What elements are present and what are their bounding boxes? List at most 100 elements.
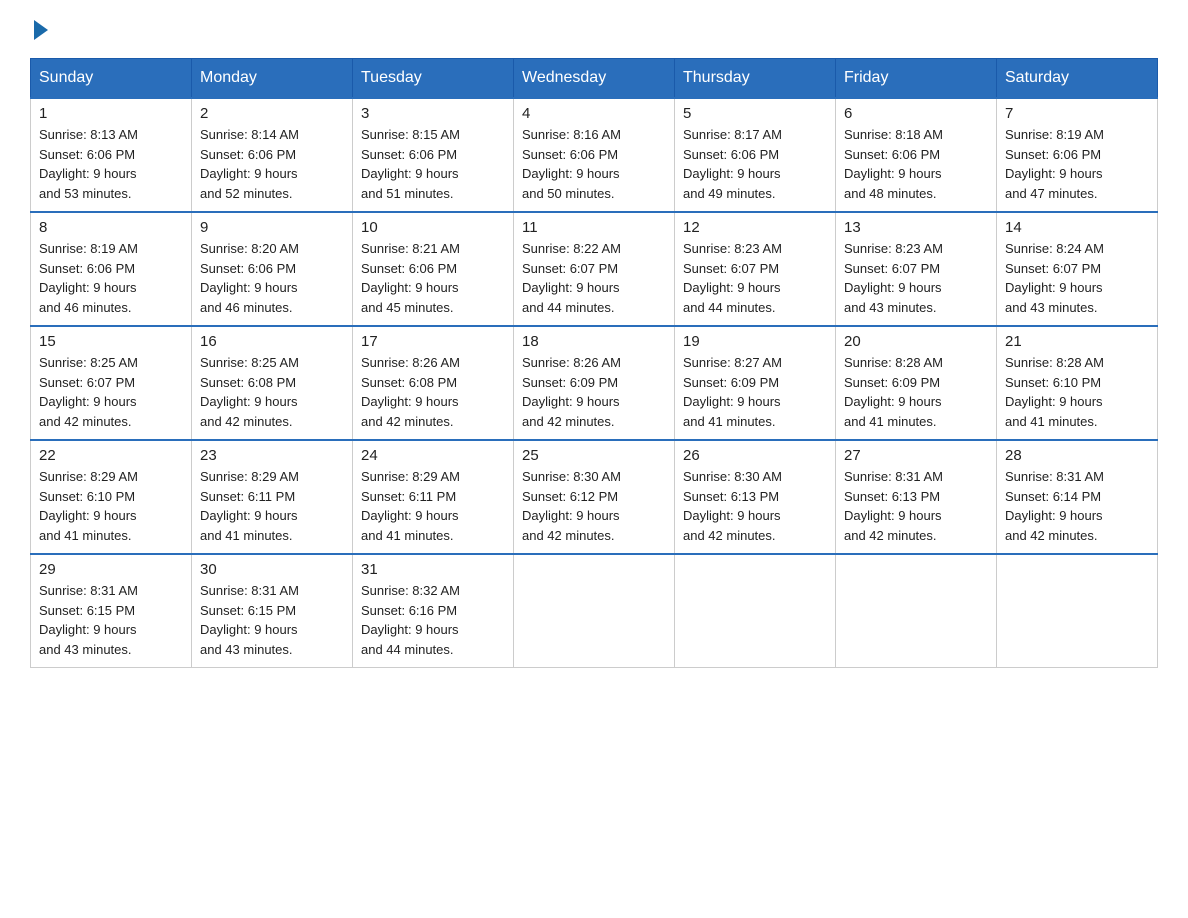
calendar-cell: 27 Sunrise: 8:31 AMSunset: 6:13 PMDayligh… <box>836 440 997 554</box>
day-number: 27 <box>844 447 988 464</box>
day-number: 15 <box>39 333 183 350</box>
logo <box>30 20 48 40</box>
day-number: 7 <box>1005 105 1149 122</box>
calendar-cell: 25 Sunrise: 8:30 AMSunset: 6:12 PMDayligh… <box>514 440 675 554</box>
day-number: 8 <box>39 219 183 236</box>
day-number: 31 <box>361 561 505 578</box>
day-number: 6 <box>844 105 988 122</box>
day-number: 22 <box>39 447 183 464</box>
day-info: Sunrise: 8:25 AMSunset: 6:08 PMDaylight:… <box>200 353 344 431</box>
weekday-header-tuesday: Tuesday <box>353 59 514 99</box>
day-number: 25 <box>522 447 666 464</box>
day-number: 21 <box>1005 333 1149 350</box>
weekday-header-wednesday: Wednesday <box>514 59 675 99</box>
calendar-cell <box>836 554 997 668</box>
day-info: Sunrise: 8:31 AMSunset: 6:15 PMDaylight:… <box>200 581 344 659</box>
day-info: Sunrise: 8:27 AMSunset: 6:09 PMDaylight:… <box>683 353 827 431</box>
calendar-cell: 5 Sunrise: 8:17 AMSunset: 6:06 PMDaylight… <box>675 98 836 212</box>
day-info: Sunrise: 8:17 AMSunset: 6:06 PMDaylight:… <box>683 125 827 203</box>
calendar-week-row: 15 Sunrise: 8:25 AMSunset: 6:07 PMDayligh… <box>31 326 1158 440</box>
logo-line1 <box>30 20 48 40</box>
calendar-week-row: 29Sunrise: 8:31 AMSunset: 6:15 PMDayligh… <box>31 554 1158 668</box>
calendar-cell: 16Sunrise: 8:25 AMSunset: 6:08 PMDayligh… <box>192 326 353 440</box>
day-info: Sunrise: 8:13 AMSunset: 6:06 PMDaylight:… <box>39 125 183 203</box>
calendar-cell: 10 Sunrise: 8:21 AMSunset: 6:06 PMDayligh… <box>353 212 514 326</box>
day-number: 11 <box>522 219 666 236</box>
day-number: 18 <box>522 333 666 350</box>
calendar-cell: 4Sunrise: 8:16 AMSunset: 6:06 PMDaylight… <box>514 98 675 212</box>
calendar-cell: 26 Sunrise: 8:30 AMSunset: 6:13 PMDayligh… <box>675 440 836 554</box>
weekday-header-row: SundayMondayTuesdayWednesdayThursdayFrid… <box>31 59 1158 99</box>
weekday-header-thursday: Thursday <box>675 59 836 99</box>
day-info: Sunrise: 8:30 AMSunset: 6:13 PMDaylight:… <box>683 467 827 545</box>
day-info: Sunrise: 8:32 AMSunset: 6:16 PMDaylight:… <box>361 581 505 659</box>
day-info: Sunrise: 8:14 AMSunset: 6:06 PMDaylight:… <box>200 125 344 203</box>
day-info: Sunrise: 8:25 AMSunset: 6:07 PMDaylight:… <box>39 353 183 431</box>
calendar-cell: 29Sunrise: 8:31 AMSunset: 6:15 PMDayligh… <box>31 554 192 668</box>
day-number: 26 <box>683 447 827 464</box>
day-info: Sunrise: 8:16 AMSunset: 6:06 PMDaylight:… <box>522 125 666 203</box>
calendar-cell: 9 Sunrise: 8:20 AMSunset: 6:06 PMDaylight… <box>192 212 353 326</box>
calendar-cell: 13 Sunrise: 8:23 AMSunset: 6:07 PMDayligh… <box>836 212 997 326</box>
day-info: Sunrise: 8:19 AMSunset: 6:06 PMDaylight:… <box>1005 125 1149 203</box>
calendar-cell <box>675 554 836 668</box>
calendar-cell: 8 Sunrise: 8:19 AMSunset: 6:06 PMDaylight… <box>31 212 192 326</box>
day-info: Sunrise: 8:28 AMSunset: 6:10 PMDaylight:… <box>1005 353 1149 431</box>
day-info: Sunrise: 8:21 AMSunset: 6:06 PMDaylight:… <box>361 239 505 317</box>
calendar-week-row: 8 Sunrise: 8:19 AMSunset: 6:06 PMDaylight… <box>31 212 1158 326</box>
day-info: Sunrise: 8:31 AMSunset: 6:14 PMDaylight:… <box>1005 467 1149 545</box>
day-number: 14 <box>1005 219 1149 236</box>
day-info: Sunrise: 8:28 AMSunset: 6:09 PMDaylight:… <box>844 353 988 431</box>
day-info: Sunrise: 8:19 AMSunset: 6:06 PMDaylight:… <box>39 239 183 317</box>
day-info: Sunrise: 8:29 AMSunset: 6:10 PMDaylight:… <box>39 467 183 545</box>
calendar-cell: 2Sunrise: 8:14 AMSunset: 6:06 PMDaylight… <box>192 98 353 212</box>
day-number: 24 <box>361 447 505 464</box>
day-number: 9 <box>200 219 344 236</box>
calendar-cell: 18Sunrise: 8:26 AMSunset: 6:09 PMDayligh… <box>514 326 675 440</box>
day-number: 30 <box>200 561 344 578</box>
calendar-cell: 11 Sunrise: 8:22 AMSunset: 6:07 PMDayligh… <box>514 212 675 326</box>
day-number: 20 <box>844 333 988 350</box>
weekday-header-friday: Friday <box>836 59 997 99</box>
day-info: Sunrise: 8:20 AMSunset: 6:06 PMDaylight:… <box>200 239 344 317</box>
day-info: Sunrise: 8:26 AMSunset: 6:08 PMDaylight:… <box>361 353 505 431</box>
day-info: Sunrise: 8:31 AMSunset: 6:15 PMDaylight:… <box>39 581 183 659</box>
day-number: 19 <box>683 333 827 350</box>
calendar-table: SundayMondayTuesdayWednesdayThursdayFrid… <box>30 58 1158 668</box>
weekday-header-saturday: Saturday <box>997 59 1158 99</box>
calendar-cell <box>997 554 1158 668</box>
day-info: Sunrise: 8:15 AMSunset: 6:06 PMDaylight:… <box>361 125 505 203</box>
day-info: Sunrise: 8:29 AMSunset: 6:11 PMDaylight:… <box>361 467 505 545</box>
calendar-cell: 24 Sunrise: 8:29 AMSunset: 6:11 PMDayligh… <box>353 440 514 554</box>
day-info: Sunrise: 8:22 AMSunset: 6:07 PMDaylight:… <box>522 239 666 317</box>
day-info: Sunrise: 8:31 AMSunset: 6:13 PMDaylight:… <box>844 467 988 545</box>
calendar-cell: 3Sunrise: 8:15 AMSunset: 6:06 PMDaylight… <box>353 98 514 212</box>
day-info: Sunrise: 8:23 AMSunset: 6:07 PMDaylight:… <box>844 239 988 317</box>
day-info: Sunrise: 8:18 AMSunset: 6:06 PMDaylight:… <box>844 125 988 203</box>
calendar-cell: 19 Sunrise: 8:27 AMSunset: 6:09 PMDayligh… <box>675 326 836 440</box>
day-info: Sunrise: 8:24 AMSunset: 6:07 PMDaylight:… <box>1005 239 1149 317</box>
weekday-header-monday: Monday <box>192 59 353 99</box>
day-number: 12 <box>683 219 827 236</box>
day-number: 1 <box>39 105 183 122</box>
header <box>30 20 1158 40</box>
weekday-header-sunday: Sunday <box>31 59 192 99</box>
day-number: 10 <box>361 219 505 236</box>
calendar-cell: 31 Sunrise: 8:32 AMSunset: 6:16 PMDayligh… <box>353 554 514 668</box>
calendar-cell: 20 Sunrise: 8:28 AMSunset: 6:09 PMDayligh… <box>836 326 997 440</box>
day-number: 17 <box>361 333 505 350</box>
calendar-cell: 22 Sunrise: 8:29 AMSunset: 6:10 PMDayligh… <box>31 440 192 554</box>
day-number: 5 <box>683 105 827 122</box>
day-number: 28 <box>1005 447 1149 464</box>
calendar-cell: 12Sunrise: 8:23 AMSunset: 6:07 PMDayligh… <box>675 212 836 326</box>
day-info: Sunrise: 8:29 AMSunset: 6:11 PMDaylight:… <box>200 467 344 545</box>
calendar-cell: 21 Sunrise: 8:28 AMSunset: 6:10 PMDayligh… <box>997 326 1158 440</box>
calendar-week-row: 1 Sunrise: 8:13 AMSunset: 6:06 PMDaylight… <box>31 98 1158 212</box>
calendar-cell: 23 Sunrise: 8:29 AMSunset: 6:11 PMDayligh… <box>192 440 353 554</box>
calendar-cell: 7 Sunrise: 8:19 AMSunset: 6:06 PMDaylight… <box>997 98 1158 212</box>
logo-arrow-icon <box>34 20 48 40</box>
day-info: Sunrise: 8:30 AMSunset: 6:12 PMDaylight:… <box>522 467 666 545</box>
day-number: 23 <box>200 447 344 464</box>
calendar-cell <box>514 554 675 668</box>
day-number: 13 <box>844 219 988 236</box>
